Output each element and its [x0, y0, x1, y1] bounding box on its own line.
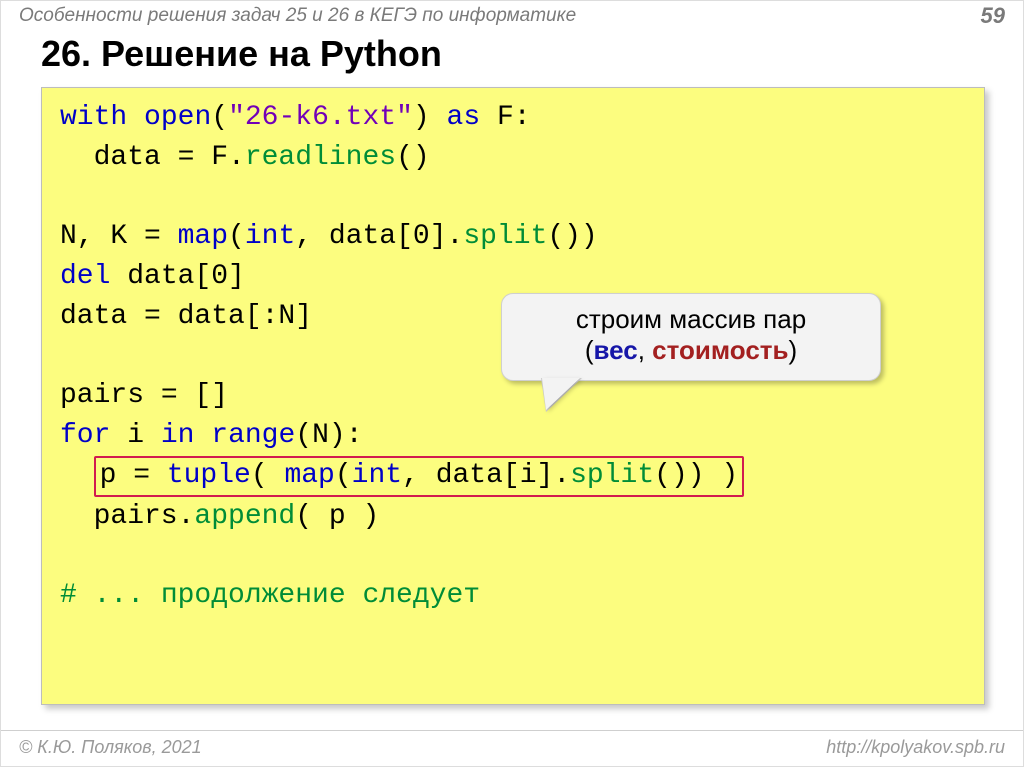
footer-url: http://kpolyakov.spb.ru	[826, 737, 1005, 758]
kw-del: del	[60, 261, 110, 292]
fn-map: map	[284, 460, 334, 491]
mth-readlines: readlines	[245, 142, 396, 173]
kw-with: with	[60, 102, 127, 133]
code-line: # ... продолжение следует	[60, 576, 966, 616]
footer-copyright: © К.Ю. Поляков, 2021	[19, 737, 202, 758]
code-line: data = F.readlines()	[60, 138, 966, 178]
code-line	[60, 178, 966, 218]
doc-title: Особенности решения задач 25 и 26 в КЕГЭ…	[19, 5, 576, 27]
code-line	[60, 536, 966, 576]
slide: Особенности решения задач 25 и 26 в КЕГЭ…	[0, 0, 1024, 767]
callout-cost: стоимость	[652, 335, 788, 365]
mth-append: append	[194, 501, 295, 532]
code-line: del data[0]	[60, 257, 966, 297]
code-line: for i in range(N):	[60, 416, 966, 456]
mth-split: split	[570, 460, 654, 491]
fn-int: int	[245, 221, 295, 252]
kw-as: as	[447, 102, 481, 133]
footer: © К.Ю. Поляков, 2021 http://kpolyakov.sp…	[1, 730, 1023, 766]
callout-weight: вес	[594, 335, 638, 365]
code-line: pairs.append( p )	[60, 497, 966, 537]
code-line: pairs = []	[60, 376, 966, 416]
fn-int: int	[352, 460, 402, 491]
callout-line2: (вес, стоимость)	[518, 335, 864, 366]
code-line: N, K = map(int, data[0].split())	[60, 217, 966, 257]
callout-tail	[542, 378, 580, 410]
highlighted-line: p = tuple( map(int, data[i].split()) )	[94, 456, 745, 497]
top-bar: Особенности решения задач 25 и 26 в КЕГЭ…	[1, 1, 1023, 29]
page-number: 59	[981, 3, 1005, 29]
string-literal: "26-k6.txt"	[228, 102, 413, 133]
code-line: with open("26-k6.txt") as F:	[60, 98, 966, 138]
fn-open: open	[144, 102, 211, 133]
mth-split: split	[463, 221, 547, 252]
callout-bubble: строим массив пар (вес, стоимость)	[501, 293, 881, 381]
fn-tuple: tuple	[167, 460, 251, 491]
kw-for: for	[60, 420, 110, 451]
code-line: p = tuple( map(int, data[i].split()) )	[60, 456, 966, 497]
comment: # ... продолжение следует	[60, 580, 480, 611]
kw-in: in	[161, 420, 195, 451]
fn-range: range	[211, 420, 295, 451]
code-block: with open("26-k6.txt") as F: data = F.re…	[41, 87, 985, 705]
slide-title: 26. Решение на Python	[1, 29, 1023, 85]
fn-map: map	[178, 221, 228, 252]
callout-line1: строим массив пар	[518, 304, 864, 335]
